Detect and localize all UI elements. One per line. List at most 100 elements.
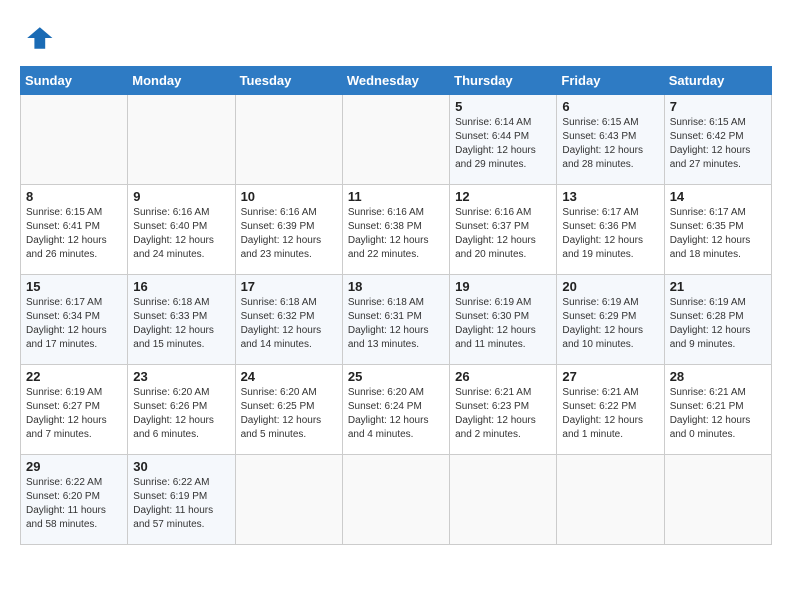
day-info: Sunrise: 6:15 AMSunset: 6:42 PMDaylight:…: [670, 116, 766, 172]
day-number: 24: [241, 369, 337, 384]
day-info: Sunrise: 6:17 AMSunset: 6:36 PMDaylight:…: [562, 206, 658, 262]
day-info: Sunrise: 6:19 AMSunset: 6:30 PMDaylight:…: [455, 296, 551, 352]
calendar-cell: 10 Sunrise: 6:16 AMSunset: 6:39 PMDayligh…: [235, 185, 342, 275]
calendar-cell: 24 Sunrise: 6:20 AMSunset: 6:25 PMDayligh…: [235, 365, 342, 455]
day-number: 29: [26, 459, 122, 474]
calendar-cell: [21, 95, 128, 185]
calendar-cell: [128, 95, 235, 185]
day-number: 30: [133, 459, 229, 474]
calendar-cell: 30 Sunrise: 6:22 AMSunset: 6:19 PMDayligh…: [128, 455, 235, 545]
calendar-cell: [342, 95, 449, 185]
day-number: 10: [241, 189, 337, 204]
calendar-cell: 28 Sunrise: 6:21 AMSunset: 6:21 PMDayligh…: [664, 365, 771, 455]
day-number: 26: [455, 369, 551, 384]
day-number: 14: [670, 189, 766, 204]
logo-icon: [20, 20, 56, 56]
day-info: Sunrise: 6:22 AMSunset: 6:19 PMDaylight:…: [133, 476, 229, 532]
calendar-cell: 16 Sunrise: 6:18 AMSunset: 6:33 PMDayligh…: [128, 275, 235, 365]
day-number: 8: [26, 189, 122, 204]
day-number: 28: [670, 369, 766, 384]
day-number: 12: [455, 189, 551, 204]
day-number: 23: [133, 369, 229, 384]
weekday-header: Monday: [128, 67, 235, 95]
calendar-week-row: 8 Sunrise: 6:15 AMSunset: 6:41 PMDaylight…: [21, 185, 772, 275]
calendar-cell: 7 Sunrise: 6:15 AMSunset: 6:42 PMDaylight…: [664, 95, 771, 185]
calendar-cell: 18 Sunrise: 6:18 AMSunset: 6:31 PMDayligh…: [342, 275, 449, 365]
day-info: Sunrise: 6:16 AMSunset: 6:40 PMDaylight:…: [133, 206, 229, 262]
day-info: Sunrise: 6:16 AMSunset: 6:38 PMDaylight:…: [348, 206, 444, 262]
calendar-week-row: 22 Sunrise: 6:19 AMSunset: 6:27 PMDayligh…: [21, 365, 772, 455]
day-info: Sunrise: 6:15 AMSunset: 6:41 PMDaylight:…: [26, 206, 122, 262]
day-number: 17: [241, 279, 337, 294]
day-number: 13: [562, 189, 658, 204]
day-info: Sunrise: 6:16 AMSunset: 6:39 PMDaylight:…: [241, 206, 337, 262]
calendar-cell: 27 Sunrise: 6:21 AMSunset: 6:22 PMDayligh…: [557, 365, 664, 455]
calendar-cell: 12 Sunrise: 6:16 AMSunset: 6:37 PMDayligh…: [450, 185, 557, 275]
calendar-cell: [450, 455, 557, 545]
calendar-week-row: 29 Sunrise: 6:22 AMSunset: 6:20 PMDayligh…: [21, 455, 772, 545]
weekday-header: Saturday: [664, 67, 771, 95]
calendar-cell: 13 Sunrise: 6:17 AMSunset: 6:36 PMDayligh…: [557, 185, 664, 275]
calendar-cell: 15 Sunrise: 6:17 AMSunset: 6:34 PMDayligh…: [21, 275, 128, 365]
day-info: Sunrise: 6:20 AMSunset: 6:26 PMDaylight:…: [133, 386, 229, 442]
day-number: 27: [562, 369, 658, 384]
day-info: Sunrise: 6:19 AMSunset: 6:28 PMDaylight:…: [670, 296, 766, 352]
calendar-cell: 29 Sunrise: 6:22 AMSunset: 6:20 PMDayligh…: [21, 455, 128, 545]
day-number: 18: [348, 279, 444, 294]
day-info: Sunrise: 6:19 AMSunset: 6:27 PMDaylight:…: [26, 386, 122, 442]
calendar-cell: 25 Sunrise: 6:20 AMSunset: 6:24 PMDayligh…: [342, 365, 449, 455]
day-number: 15: [26, 279, 122, 294]
calendar-table: SundayMondayTuesdayWednesdayThursdayFrid…: [20, 66, 772, 545]
weekday-header: Thursday: [450, 67, 557, 95]
day-info: Sunrise: 6:18 AMSunset: 6:32 PMDaylight:…: [241, 296, 337, 352]
day-number: 22: [26, 369, 122, 384]
day-info: Sunrise: 6:18 AMSunset: 6:33 PMDaylight:…: [133, 296, 229, 352]
weekday-header: Sunday: [21, 67, 128, 95]
calendar-cell: 14 Sunrise: 6:17 AMSunset: 6:35 PMDayligh…: [664, 185, 771, 275]
day-number: 25: [348, 369, 444, 384]
day-info: Sunrise: 6:17 AMSunset: 6:34 PMDaylight:…: [26, 296, 122, 352]
day-number: 5: [455, 99, 551, 114]
calendar-cell: 5 Sunrise: 6:14 AMSunset: 6:44 PMDaylight…: [450, 95, 557, 185]
calendar-cell: 8 Sunrise: 6:15 AMSunset: 6:41 PMDaylight…: [21, 185, 128, 275]
calendar-cell: 11 Sunrise: 6:16 AMSunset: 6:38 PMDayligh…: [342, 185, 449, 275]
calendar-week-row: 15 Sunrise: 6:17 AMSunset: 6:34 PMDayligh…: [21, 275, 772, 365]
day-number: 20: [562, 279, 658, 294]
weekday-header: Friday: [557, 67, 664, 95]
day-info: Sunrise: 6:20 AMSunset: 6:25 PMDaylight:…: [241, 386, 337, 442]
day-info: Sunrise: 6:17 AMSunset: 6:35 PMDaylight:…: [670, 206, 766, 262]
day-info: Sunrise: 6:21 AMSunset: 6:22 PMDaylight:…: [562, 386, 658, 442]
day-info: Sunrise: 6:14 AMSunset: 6:44 PMDaylight:…: [455, 116, 551, 172]
calendar-cell: [557, 455, 664, 545]
day-info: Sunrise: 6:16 AMSunset: 6:37 PMDaylight:…: [455, 206, 551, 262]
day-info: Sunrise: 6:19 AMSunset: 6:29 PMDaylight:…: [562, 296, 658, 352]
logo: [20, 20, 60, 56]
calendar-cell: 21 Sunrise: 6:19 AMSunset: 6:28 PMDayligh…: [664, 275, 771, 365]
calendar-cell: 6 Sunrise: 6:15 AMSunset: 6:43 PMDaylight…: [557, 95, 664, 185]
day-number: 19: [455, 279, 551, 294]
page-header: [20, 20, 772, 56]
weekday-header-row: SundayMondayTuesdayWednesdayThursdayFrid…: [21, 67, 772, 95]
calendar-cell: 19 Sunrise: 6:19 AMSunset: 6:30 PMDayligh…: [450, 275, 557, 365]
calendar-cell: [235, 455, 342, 545]
day-info: Sunrise: 6:22 AMSunset: 6:20 PMDaylight:…: [26, 476, 122, 532]
weekday-header: Tuesday: [235, 67, 342, 95]
day-number: 11: [348, 189, 444, 204]
day-number: 16: [133, 279, 229, 294]
day-number: 9: [133, 189, 229, 204]
day-info: Sunrise: 6:20 AMSunset: 6:24 PMDaylight:…: [348, 386, 444, 442]
calendar-cell: [342, 455, 449, 545]
calendar-week-row: 5 Sunrise: 6:14 AMSunset: 6:44 PMDaylight…: [21, 95, 772, 185]
calendar-cell: 9 Sunrise: 6:16 AMSunset: 6:40 PMDaylight…: [128, 185, 235, 275]
day-info: Sunrise: 6:21 AMSunset: 6:23 PMDaylight:…: [455, 386, 551, 442]
calendar-cell: [664, 455, 771, 545]
day-info: Sunrise: 6:18 AMSunset: 6:31 PMDaylight:…: [348, 296, 444, 352]
calendar-cell: 26 Sunrise: 6:21 AMSunset: 6:23 PMDayligh…: [450, 365, 557, 455]
day-number: 7: [670, 99, 766, 114]
day-number: 6: [562, 99, 658, 114]
calendar-cell: 17 Sunrise: 6:18 AMSunset: 6:32 PMDayligh…: [235, 275, 342, 365]
day-info: Sunrise: 6:15 AMSunset: 6:43 PMDaylight:…: [562, 116, 658, 172]
day-number: 21: [670, 279, 766, 294]
day-info: Sunrise: 6:21 AMSunset: 6:21 PMDaylight:…: [670, 386, 766, 442]
calendar-cell: 20 Sunrise: 6:19 AMSunset: 6:29 PMDayligh…: [557, 275, 664, 365]
